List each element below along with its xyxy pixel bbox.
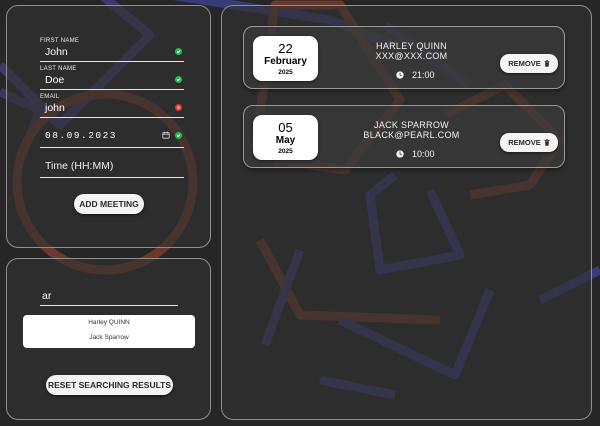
meeting-time-row: 21:00	[396, 70, 435, 80]
check-icon	[175, 48, 182, 55]
search-panel: ar Harley QUINN Jack Sparrow RESET SEARC…	[6, 258, 211, 420]
meeting-day: 22	[278, 41, 293, 56]
remove-button[interactable]: REMOVE	[500, 133, 558, 152]
meeting-month: February	[264, 56, 307, 67]
trash-icon	[544, 60, 550, 67]
calendar-icon[interactable]	[162, 131, 170, 139]
meeting-email: XXX@XXX.COM	[375, 51, 448, 61]
last-name-input[interactable]: Doe	[45, 74, 64, 86]
meeting-time: 21:00	[412, 70, 435, 80]
check-icon	[175, 76, 182, 83]
first-name-label: FIRST NAME	[40, 38, 80, 44]
clock-icon	[396, 150, 404, 158]
clock-icon	[396, 71, 404, 79]
check-icon	[175, 132, 182, 139]
meeting-card: 22 February 2025 HARLEY QUINN XXX@XXX.CO…	[243, 26, 565, 89]
meeting-day: 05	[278, 120, 293, 135]
error-icon	[175, 104, 182, 111]
add-meeting-button[interactable]: ADD MEETING	[74, 194, 144, 214]
meeting-year: 2025	[278, 69, 293, 76]
search-result-item[interactable]: Harley QUINN	[23, 319, 195, 326]
reset-search-button[interactable]: RESET SEARCHING RESULTS	[46, 375, 173, 395]
search-result-item[interactable]: Jack Sparrow	[23, 334, 195, 341]
meeting-year: 2025	[278, 148, 293, 155]
remove-label: REMOVE	[508, 59, 541, 68]
date-badge: 22 February 2025	[253, 36, 318, 81]
meeting-email: BLACK@PEARL.COM	[363, 130, 460, 140]
search-input[interactable]: ar	[42, 290, 51, 302]
last-name-field[interactable]: LAST NAME Doe	[40, 66, 184, 90]
date-field[interactable]: 08.09.2023	[40, 124, 184, 148]
first-name-field[interactable]: FIRST NAME John	[40, 38, 184, 62]
first-name-input[interactable]: John	[45, 46, 68, 58]
meeting-time-row: 10:00	[396, 149, 435, 159]
add-meeting-form: FIRST NAME John LAST NAME Doe EMAIL john…	[6, 5, 211, 248]
last-name-label: LAST NAME	[40, 66, 77, 72]
meeting-name: HARLEY QUINN	[376, 41, 447, 51]
search-field[interactable]: ar	[40, 286, 178, 306]
meetings-list: 22 February 2025 HARLEY QUINN XXX@XXX.CO…	[221, 5, 592, 420]
email-input[interactable]: john	[45, 102, 65, 114]
search-results-dropdown: Harley QUINN Jack Sparrow	[23, 315, 195, 348]
date-badge: 05 May 2025	[253, 115, 318, 160]
email-field[interactable]: EMAIL john	[40, 94, 184, 118]
remove-button[interactable]: REMOVE	[500, 54, 558, 73]
remove-label: REMOVE	[508, 138, 541, 147]
meeting-month: May	[275, 135, 296, 146]
meeting-card: 05 May 2025 JACK SPARROW BLACK@PEARL.COM…	[243, 105, 565, 168]
time-field[interactable]: Time (HH:MM)	[40, 154, 184, 178]
date-input[interactable]: 08.09.2023	[45, 130, 117, 141]
meeting-name: JACK SPARROW	[374, 120, 449, 130]
trash-icon	[544, 139, 550, 146]
meeting-time: 10:00	[412, 149, 435, 159]
email-label: EMAIL	[40, 94, 60, 100]
time-input[interactable]: Time (HH:MM)	[45, 160, 113, 172]
